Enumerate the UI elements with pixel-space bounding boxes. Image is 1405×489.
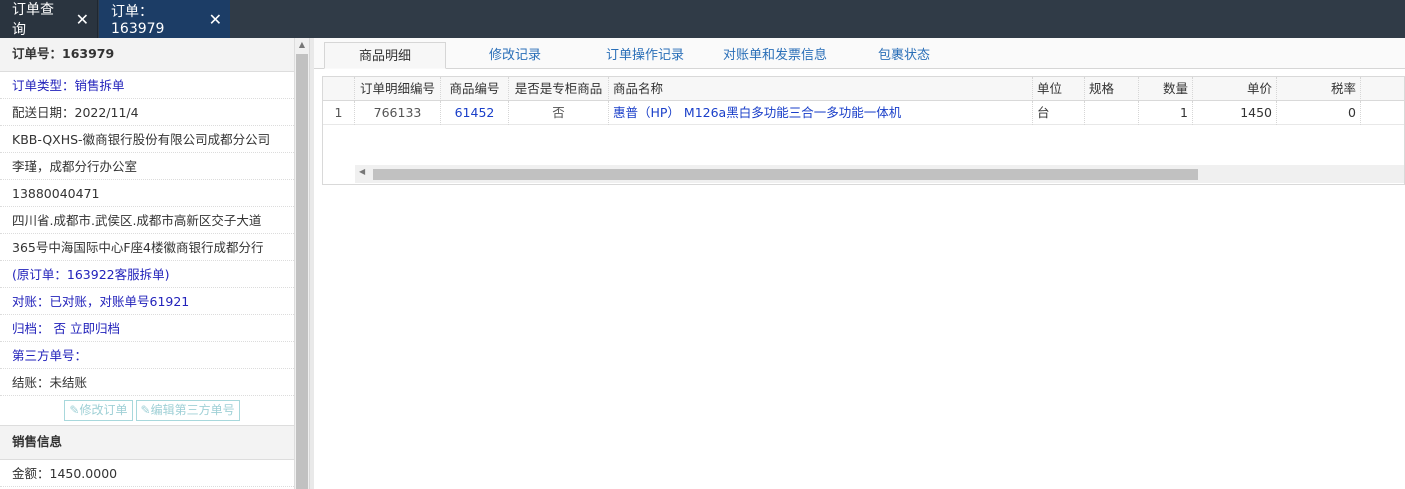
tab-order-detail[interactable]: 订单：163979 ✕ [99,0,230,38]
tab-operation-log[interactable]: 订单操作记录 [584,42,706,69]
edit-icon: ✎ [69,403,80,417]
scroll-left-icon[interactable]: ◀ [359,167,365,176]
order-info-row: 订单类型：销售拆单 [0,72,294,99]
order-info-row: 对账：已对账，对账单号61921 [0,288,294,315]
counter-product-cell: 否 [509,101,609,125]
edit-third-party-no-button[interactable]: ✎编辑第三方单号 [135,400,240,421]
tab-label: 订单查询 [12,2,54,38]
close-icon[interactable]: ✕ [76,10,89,29]
tab-order-query[interactable]: 订单查询 ✕ [0,0,98,38]
sales-info-header: 销售信息 [0,426,294,460]
detail-no-cell: 766133 [355,101,441,125]
tax-rate-cell: 0 [1277,101,1361,125]
row-number: 1 [323,101,355,125]
top-tab-bar: 订单查询 ✕ 订单：163979 ✕ [0,0,1405,38]
col-detail-no[interactable]: 订单明细编号 [355,77,441,101]
col-unit[interactable]: 单位 [1033,77,1085,101]
col-rownum [323,77,355,101]
product-detail-grid: 订单明细编号 商品编号 是否是专柜商品 商品名称 单位 规格 数量 单价 税率 … [322,76,1405,185]
col-counter-product[interactable]: 是否是专柜商品 [509,77,609,101]
grid-horizontal-scrollbar[interactable]: ◀ [355,165,1404,183]
spec-cell [1085,101,1139,125]
col-quantity[interactable]: 数量 [1139,77,1193,101]
close-icon[interactable]: ✕ [209,10,222,29]
detail-area: 商品明细 修改记录 订单操作记录 对账单和发票信息 包裹状态 订单明细编号 商品… [314,38,1405,489]
tab-modify-log[interactable]: 修改记录 [454,42,576,69]
scroll-up-icon[interactable]: ▲ [295,40,309,49]
col-spec[interactable]: 规格 [1085,77,1139,101]
scroll-thumb[interactable] [373,169,1198,180]
grid-header: 订单明细编号 商品编号 是否是专柜商品 商品名称 单位 规格 数量 单价 税率 [323,77,1404,101]
order-number: 订单号：163979 [0,38,294,72]
tab-label: 订单：163979 [111,4,165,37]
edit-icon: ✎ [140,403,151,417]
order-info-row: 第三方单号： [0,342,294,369]
col-product-name[interactable]: 商品名称 [609,77,1033,101]
order-info-row: 李瑾，成都分行办公室 [0,153,294,180]
col-tax-rate[interactable]: 税率 [1277,77,1361,101]
amount: 金额：1450.0000 [0,460,294,487]
order-info-row: 四川省.成都市.武侯区.成都市高新区交子大道 [0,207,294,234]
scroll-thumb[interactable] [296,54,308,489]
detail-tabs: 商品明细 修改记录 订单操作记录 对账单和发票信息 包裹状态 [314,38,1405,69]
unit-cell: 台 [1033,101,1085,125]
order-info-row: 13880040471 [0,180,294,207]
product-name-link[interactable]: 惠普（HP） M126a黑白多功能三合一多功能一体机 [609,101,1033,125]
order-info-row: 归档： 否 立即归档 [0,315,294,342]
tab-statement-invoice[interactable]: 对账单和发票信息 [712,42,838,69]
tab-package-status[interactable]: 包裹状态 [846,42,962,69]
edit-order-button[interactable]: ✎修改订单 [64,400,133,421]
order-info-row: 配送日期：2022/11/4 [0,99,294,126]
order-info-panel: 订单号：163979 订单类型：销售拆单 配送日期：2022/11/4 KBB-QX… [0,38,295,489]
col-product-no[interactable]: 商品编号 [441,77,509,101]
order-action-buttons: ✎修改订单 ✎编辑第三方单号 [0,396,294,426]
product-no-link[interactable]: 61452 [441,101,509,125]
order-info-row: KBB-QXHS-徽商银行股份有限公司成都分公司 [0,126,294,153]
order-info-row: 结账：未结账 [0,369,294,396]
col-unit-price[interactable]: 单价 [1193,77,1277,101]
unit-price-cell: 1450 [1193,101,1277,125]
table-row[interactable]: 1 766133 61452 否 惠普（HP） M126a黑白多功能三合一多功能… [323,101,1404,125]
quantity-cell: 1 [1139,101,1193,125]
order-info-row: (原订单：163922客服拆单) [0,261,294,288]
order-info-row: 365号中海国际中心F座4楼徽商银行成都分行 [0,234,294,261]
left-scrollbar[interactable]: ▲ [295,38,309,489]
tab-product-detail[interactable]: 商品明细 [324,42,446,69]
